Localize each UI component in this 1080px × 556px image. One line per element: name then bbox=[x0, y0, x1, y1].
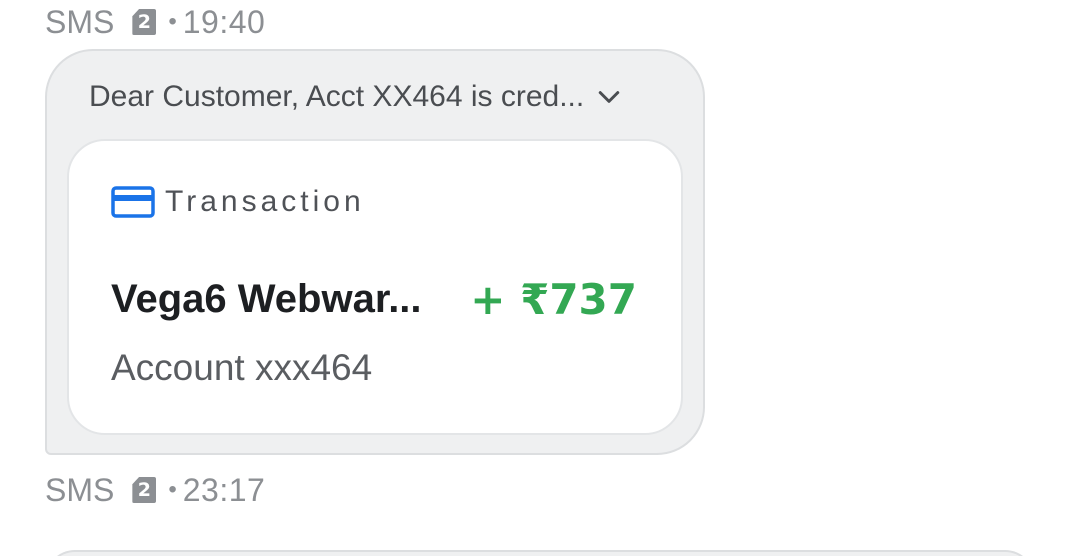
transaction-card[interactable]: Transaction Vega6 Webwar... + ₹737 Accou… bbox=[67, 139, 683, 435]
card-header: Transaction bbox=[111, 185, 365, 219]
message-time: 19:40 bbox=[182, 3, 266, 40]
merchant-name: Vega6 Webwar... bbox=[111, 277, 422, 321]
message-source: SMS bbox=[45, 471, 115, 508]
message-preview-toggle[interactable]: Dear Customer, Acct XX464 is cred... bbox=[89, 75, 669, 119]
transaction-amount: + ₹737 bbox=[470, 275, 637, 324]
message-thread: SMS 2 • 19:40 Dear Customer, Acct XX464 … bbox=[0, 0, 1080, 556]
message-time: 23:17 bbox=[182, 471, 266, 508]
message-preview-text: Dear Customer, Acct XX464 is cred... bbox=[89, 80, 585, 113]
message-source: SMS bbox=[45, 3, 115, 40]
next-message-bubble[interactable] bbox=[45, 550, 1035, 556]
message-meta: SMS 2 • 23:17 bbox=[45, 470, 265, 510]
card-type-label: Transaction bbox=[165, 185, 365, 218]
meta-separator: • bbox=[168, 476, 177, 503]
credit-card-icon bbox=[111, 186, 155, 218]
sim-card-icon: 2 bbox=[132, 9, 157, 35]
sim-number: 2 bbox=[137, 11, 151, 33]
message-bubble[interactable]: Dear Customer, Acct XX464 is cred... Tra… bbox=[45, 49, 705, 455]
sim-card-icon: 2 bbox=[132, 477, 157, 503]
sim-number: 2 bbox=[137, 479, 151, 501]
account-number: Account xxx464 bbox=[111, 347, 373, 388]
meta-separator: • bbox=[168, 8, 177, 35]
chevron-down-icon[interactable] bbox=[594, 82, 624, 112]
message-meta: SMS 2 • 19:40 bbox=[45, 2, 265, 42]
